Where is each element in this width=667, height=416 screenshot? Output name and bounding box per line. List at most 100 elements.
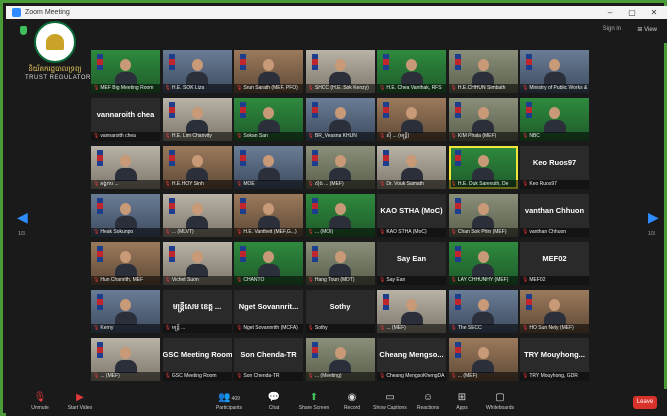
participant-tile[interactable]: 🎙... (MLVT) (162, 194, 232, 237)
participant-tile[interactable]: 🎙CHANTO (234, 242, 303, 285)
participant-name-label: ... (MLVT) (171, 229, 194, 235)
maximize-button[interactable]: ▢ (621, 6, 643, 19)
participant-tile[interactable]: vanthan Chhuon 🎙vanthan Chhuon (520, 194, 589, 237)
minimize-button[interactable]: – (599, 6, 621, 19)
participant-name-label: Nget Sovannrith (MCFA) (243, 325, 298, 331)
participant-tile[interactable]: 🎙Hang Toun (MDT) (305, 242, 375, 285)
participant-tile[interactable]: 🎙The SECC (448, 290, 518, 333)
participant-video-figure (400, 299, 423, 325)
participant-tile[interactable]: 🎙... (Meeting) (305, 338, 375, 381)
flag-decoration (454, 54, 461, 70)
participant-tile[interactable]: 🎙Heak Sokunpo (91, 194, 160, 237)
participant-tile[interactable]: 🎙... (MEF) (448, 338, 518, 381)
participant-tile[interactable]: 🎙Chan Sok Phin (MEF) (448, 194, 518, 237)
participant-tile[interactable]: 🎙HO Sun Nely (MEF) (520, 290, 589, 333)
muted-mic-icon: 🎙 (164, 325, 171, 331)
show-captions-button[interactable]: ▭ Show Captions (370, 391, 410, 411)
trust-regulator-logo: និយ័តករដ្ឋបាលទ្រព្យ TRUST REGULATOR (25, 21, 90, 81)
next-page-arrow-icon[interactable]: ▶ (648, 209, 659, 226)
participant-tile[interactable]: មន្ត្រីសេម ខេត្ត ... 🎙មន្ត្រី ... (162, 290, 232, 333)
participant-tile[interactable]: MEF02 🎙MEF02 (520, 242, 589, 285)
participant-tile[interactable]: 🎙... (MEF) (91, 338, 160, 381)
whiteboards-button[interactable]: ▢ Whiteboards (480, 391, 520, 411)
participant-tile[interactable]: Say Ean 🎙Say Ean (377, 242, 446, 285)
participant-tile[interactable]: TRY Mouyhong... 🎙TRY Mouyhong, GDR (520, 338, 589, 381)
participant-name-label: Son Chenda-TR (243, 373, 280, 379)
start-video-button[interactable]: ▶ Start Video (60, 391, 100, 411)
participant-tile[interactable]: Sothy 🎙Sothy (305, 290, 375, 333)
participant-tile[interactable]: 🎙SHCC (H.E. Sok Kenzy) (305, 50, 375, 93)
participant-tile[interactable]: 🎙Kerny (91, 290, 160, 333)
unmute-button[interactable]: 🎙 Unmute (20, 391, 60, 411)
apps-button[interactable]: ⊞ Apps (442, 391, 482, 411)
participant-tile[interactable]: 🎙H.E.HOY Sinh (162, 146, 232, 189)
participant-tile[interactable]: 🎙អង្គការ ... (91, 146, 160, 189)
participant-tile[interactable]: 🎙Vichet Suon (162, 242, 232, 285)
sign-in-link[interactable]: Sign in (603, 26, 621, 32)
participant-tile[interactable]: 🎙H.E. Duk Sarevuth, De (448, 146, 518, 189)
participant-name-label: ស៊ី ... (មន្ត្រី) (386, 133, 410, 139)
participant-tile[interactable]: Nget Sovannrit... 🎙Nget Sovannrith (MCFA) (234, 290, 303, 333)
chat-button[interactable]: 💬 Chat (254, 391, 294, 411)
participant-name-caption: 🎙vanthan Chhuon (520, 228, 589, 237)
participant-name-caption: 🎙MEF02 (520, 276, 589, 285)
participant-tile[interactable]: 🎙NBC (520, 98, 589, 141)
participant-tile[interactable]: 🎙Srun Sarath (MEF, PFO) (234, 50, 303, 93)
muted-mic-icon: 🎙 (379, 277, 386, 283)
participant-name-label: Sokan San (243, 133, 268, 139)
participant-tile[interactable]: 🎙H.E.CHHUN Simbath (448, 50, 518, 93)
title-bar: Zoom Meeting – ▢ ✕ (6, 6, 667, 19)
previous-page-arrow-icon[interactable]: ◀ (17, 209, 28, 226)
participant-tile[interactable]: GSC Meeting Room 🎙GSC Meeting Room (162, 338, 232, 381)
participant-tile[interactable]: 🎙BR_Veasna KHUN (305, 98, 375, 141)
participant-tile[interactable]: Son Chenda-TR 🎙Son Chenda-TR (234, 338, 303, 381)
page-indicator-right: 1/3 (648, 231, 655, 237)
participant-tile[interactable]: 🎙... (MEF) (377, 290, 446, 333)
participant-tile[interactable]: 🎙MEF Big Meeting Room (91, 50, 160, 93)
view-button[interactable]: ⊞ View (637, 26, 657, 33)
participant-tile[interactable]: 🎙H.E. Vantheit (MEF,G...) (234, 194, 303, 237)
participant-name-caption: 🎙Say Ean (377, 276, 446, 285)
participant-tile[interactable]: 🎙Sokan San (234, 98, 303, 141)
participant-tile[interactable]: 🎙H.E. SOK Liza (162, 50, 232, 93)
participant-tile[interactable]: 🎙KIM Phala (MEF) (448, 98, 518, 141)
participant-tile[interactable]: 🎙ស៊ុង ... (MEF) (305, 146, 375, 189)
record-button[interactable]: ◉ Record (332, 391, 372, 411)
participant-tile[interactable]: 🎙MOE (234, 146, 303, 189)
close-button[interactable]: ✕ (643, 6, 665, 19)
flag-decoration (311, 102, 318, 118)
muted-mic-icon: 🎙 (307, 229, 314, 235)
flag-decoration (311, 150, 318, 166)
participant-name-caption: 🎙... (MLVT) (162, 228, 232, 237)
participant-name-label: Srun Sarath (MEF, PFO) (243, 85, 298, 91)
participant-display-name: MEF02 (542, 254, 567, 263)
participant-tile[interactable]: 🎙Dr. Vouk Samath (377, 146, 446, 189)
flag-decoration (97, 246, 103, 262)
participant-tile[interactable]: 🎙ស៊ី ... (មន្ត្រី) (377, 98, 446, 141)
leave-button[interactable]: Leave (633, 396, 657, 409)
muted-mic-icon: 🎙 (379, 85, 386, 91)
muted-mic-icon: 🎙 (236, 373, 243, 379)
participant-video-figure (543, 59, 566, 85)
participant-tile[interactable]: KAO STHA (MoC) 🎙KAO STHA (MoC) (377, 194, 446, 237)
participant-tile[interactable]: 🎙H.E. Lim Chanvity (162, 98, 232, 141)
share-screen-button[interactable]: ⬆ Share Screen (294, 391, 334, 411)
participant-tile[interactable]: 🎙Ministry of Public Works & (520, 50, 589, 93)
participant-tile[interactable]: vannaroith chea 🎙vannaroith chea (91, 98, 160, 141)
participant-name-label: ... (MEF) (457, 373, 478, 379)
unmute-label: Unmute (31, 405, 49, 411)
flag-decoration (383, 150, 389, 166)
participant-display-name: Cheang Mengso... (379, 350, 444, 359)
participant-name-caption: 🎙... (MOI) (305, 228, 375, 237)
participant-name-label: អង្គការ ... (100, 181, 119, 187)
participant-tile[interactable]: 🎙Hun Chanrith, MEF (91, 242, 160, 285)
participant-tile[interactable]: 🎙... (MOI) (305, 194, 375, 237)
participants-button[interactable]: 👥409 Participants (209, 391, 249, 411)
participant-tile[interactable]: 🎙H.E. Chea Vanthak, RFS (377, 50, 446, 93)
participant-tile[interactable]: Cheang Mengso... 🎙Cheang MengsoKhengDA (377, 338, 446, 381)
muted-mic-icon: 🎙 (307, 325, 314, 331)
flag-decoration (383, 294, 389, 310)
participant-tile[interactable]: Keo Ruos97 🎙Keo Ruos97 (520, 146, 589, 189)
participant-tile[interactable]: 🎙LAY CHHUNHY (MEF) (448, 242, 518, 285)
participant-name-label: MEF02 (529, 277, 546, 283)
